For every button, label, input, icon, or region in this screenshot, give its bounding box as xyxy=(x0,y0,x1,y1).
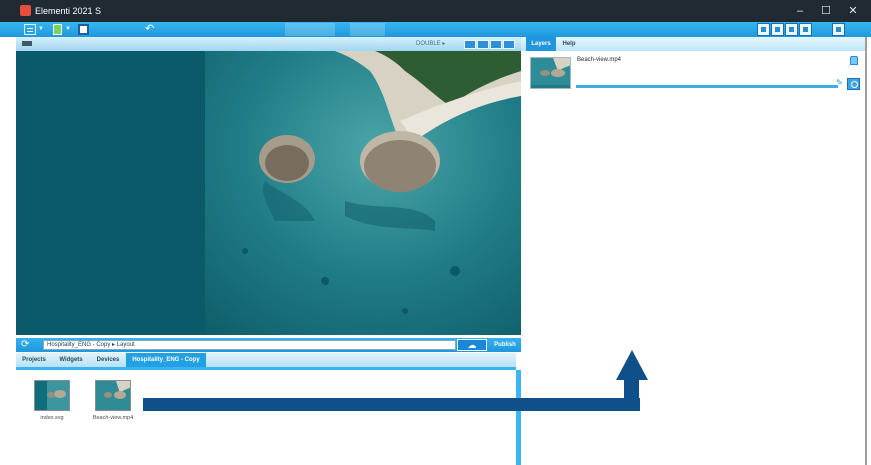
drag-handle-icon[interactable] xyxy=(22,41,32,46)
layer-thumbnail xyxy=(530,57,571,89)
tab-projects[interactable]: Projects xyxy=(19,353,49,367)
beach-thumbnail-image xyxy=(35,381,69,410)
export-icon[interactable] xyxy=(785,23,798,36)
lock-icon[interactable] xyxy=(850,56,858,65)
window-title: Elementi 2021 S xyxy=(35,6,102,16)
tab-underline xyxy=(16,367,516,370)
maximize-button[interactable]: ☐ xyxy=(818,3,834,19)
refresh-icon[interactable]: ⟳ xyxy=(21,340,34,350)
file-thumbnail xyxy=(95,380,131,411)
file-name: index.svg xyxy=(40,415,64,421)
layout-canvas[interactable] xyxy=(16,51,521,335)
toolbar-highlight xyxy=(350,23,385,36)
preview-label: DOUBLE ▸ xyxy=(416,41,446,47)
right-panel-tabs: Layers Help xyxy=(521,37,865,51)
stop-icon[interactable] xyxy=(490,40,502,49)
file-item[interactable]: index.svg xyxy=(27,380,77,425)
project-tabs: Projects Widgets Devices Hospitality_ENG… xyxy=(16,353,516,367)
beach-thumbnail-image xyxy=(96,381,130,410)
undo-icon[interactable]: ↶ xyxy=(145,24,157,35)
publish-button[interactable]: Publish xyxy=(489,339,521,351)
tab-hospitality[interactable]: Hospitality_ENG - Copy xyxy=(126,353,206,367)
close-button[interactable]: ✕ xyxy=(845,3,861,19)
file-thumbnail xyxy=(34,380,70,411)
toolbar-highlight xyxy=(285,23,335,36)
beach-aerial-image xyxy=(205,51,521,335)
monitor-icon[interactable] xyxy=(771,23,784,36)
app-window: Elementi 2021 S – ☐ ✕ ▼ ▼ ↶ DOUBLE ▸ ⟳ H… xyxy=(0,0,871,465)
chevron-down-icon[interactable]: ▼ xyxy=(38,24,44,35)
title-bar: Elementi 2021 S – ☐ ✕ xyxy=(0,0,871,22)
layer-item[interactable]: Beach-view.mp4 ✎ xyxy=(530,55,863,93)
layer-name: Beach-view.mp4 xyxy=(577,57,622,63)
cloud-upload-icon[interactable]: ☁ xyxy=(457,339,487,351)
layout-preview-panel: DOUBLE ▸ xyxy=(16,37,521,335)
breadcrumb[interactable]: Hospitality_ENG - Copy ▸ Layout xyxy=(43,340,456,350)
path-bar: ⟳ Hospitality_ENG - Copy ▸ Layout ☁ Publ… xyxy=(16,338,521,352)
layout-grid-icon[interactable] xyxy=(24,24,36,35)
previous-icon[interactable] xyxy=(464,40,476,49)
layer-progress xyxy=(576,85,838,88)
chevron-down-icon[interactable]: ▼ xyxy=(65,24,71,35)
next-icon[interactable] xyxy=(503,40,515,49)
save-icon[interactable] xyxy=(78,24,89,35)
tab-help[interactable]: Help xyxy=(558,37,580,51)
layer-progress-fill xyxy=(576,85,838,88)
annotation-arrow-head xyxy=(616,350,648,380)
file-name: Beach-view.mp4 xyxy=(92,415,134,421)
app-logo-icon xyxy=(20,5,31,16)
tab-layers[interactable]: Layers xyxy=(526,37,556,51)
main-toolbar: ▼ ▼ ↶ xyxy=(0,22,871,37)
file-item[interactable]: Beach-view.mp4 xyxy=(88,380,138,425)
tab-widgets[interactable]: Widgets xyxy=(56,353,86,367)
document-icon[interactable] xyxy=(832,23,845,36)
beach-thumbnail-image xyxy=(531,58,570,88)
preview-header: DOUBLE ▸ xyxy=(16,37,521,51)
screen-icon[interactable] xyxy=(799,23,812,36)
edit-icon[interactable]: ✎ xyxy=(836,79,844,87)
minimize-button[interactable]: – xyxy=(792,3,808,19)
display-icon[interactable] xyxy=(757,23,770,36)
annotation-arrow-shaft xyxy=(143,398,640,411)
new-document-icon[interactable] xyxy=(53,24,62,35)
tab-devices[interactable]: Devices xyxy=(94,353,122,367)
layer-settings-icon[interactable] xyxy=(847,78,860,90)
play-icon[interactable] xyxy=(477,40,489,49)
annotation-arrow-riser xyxy=(624,380,639,411)
